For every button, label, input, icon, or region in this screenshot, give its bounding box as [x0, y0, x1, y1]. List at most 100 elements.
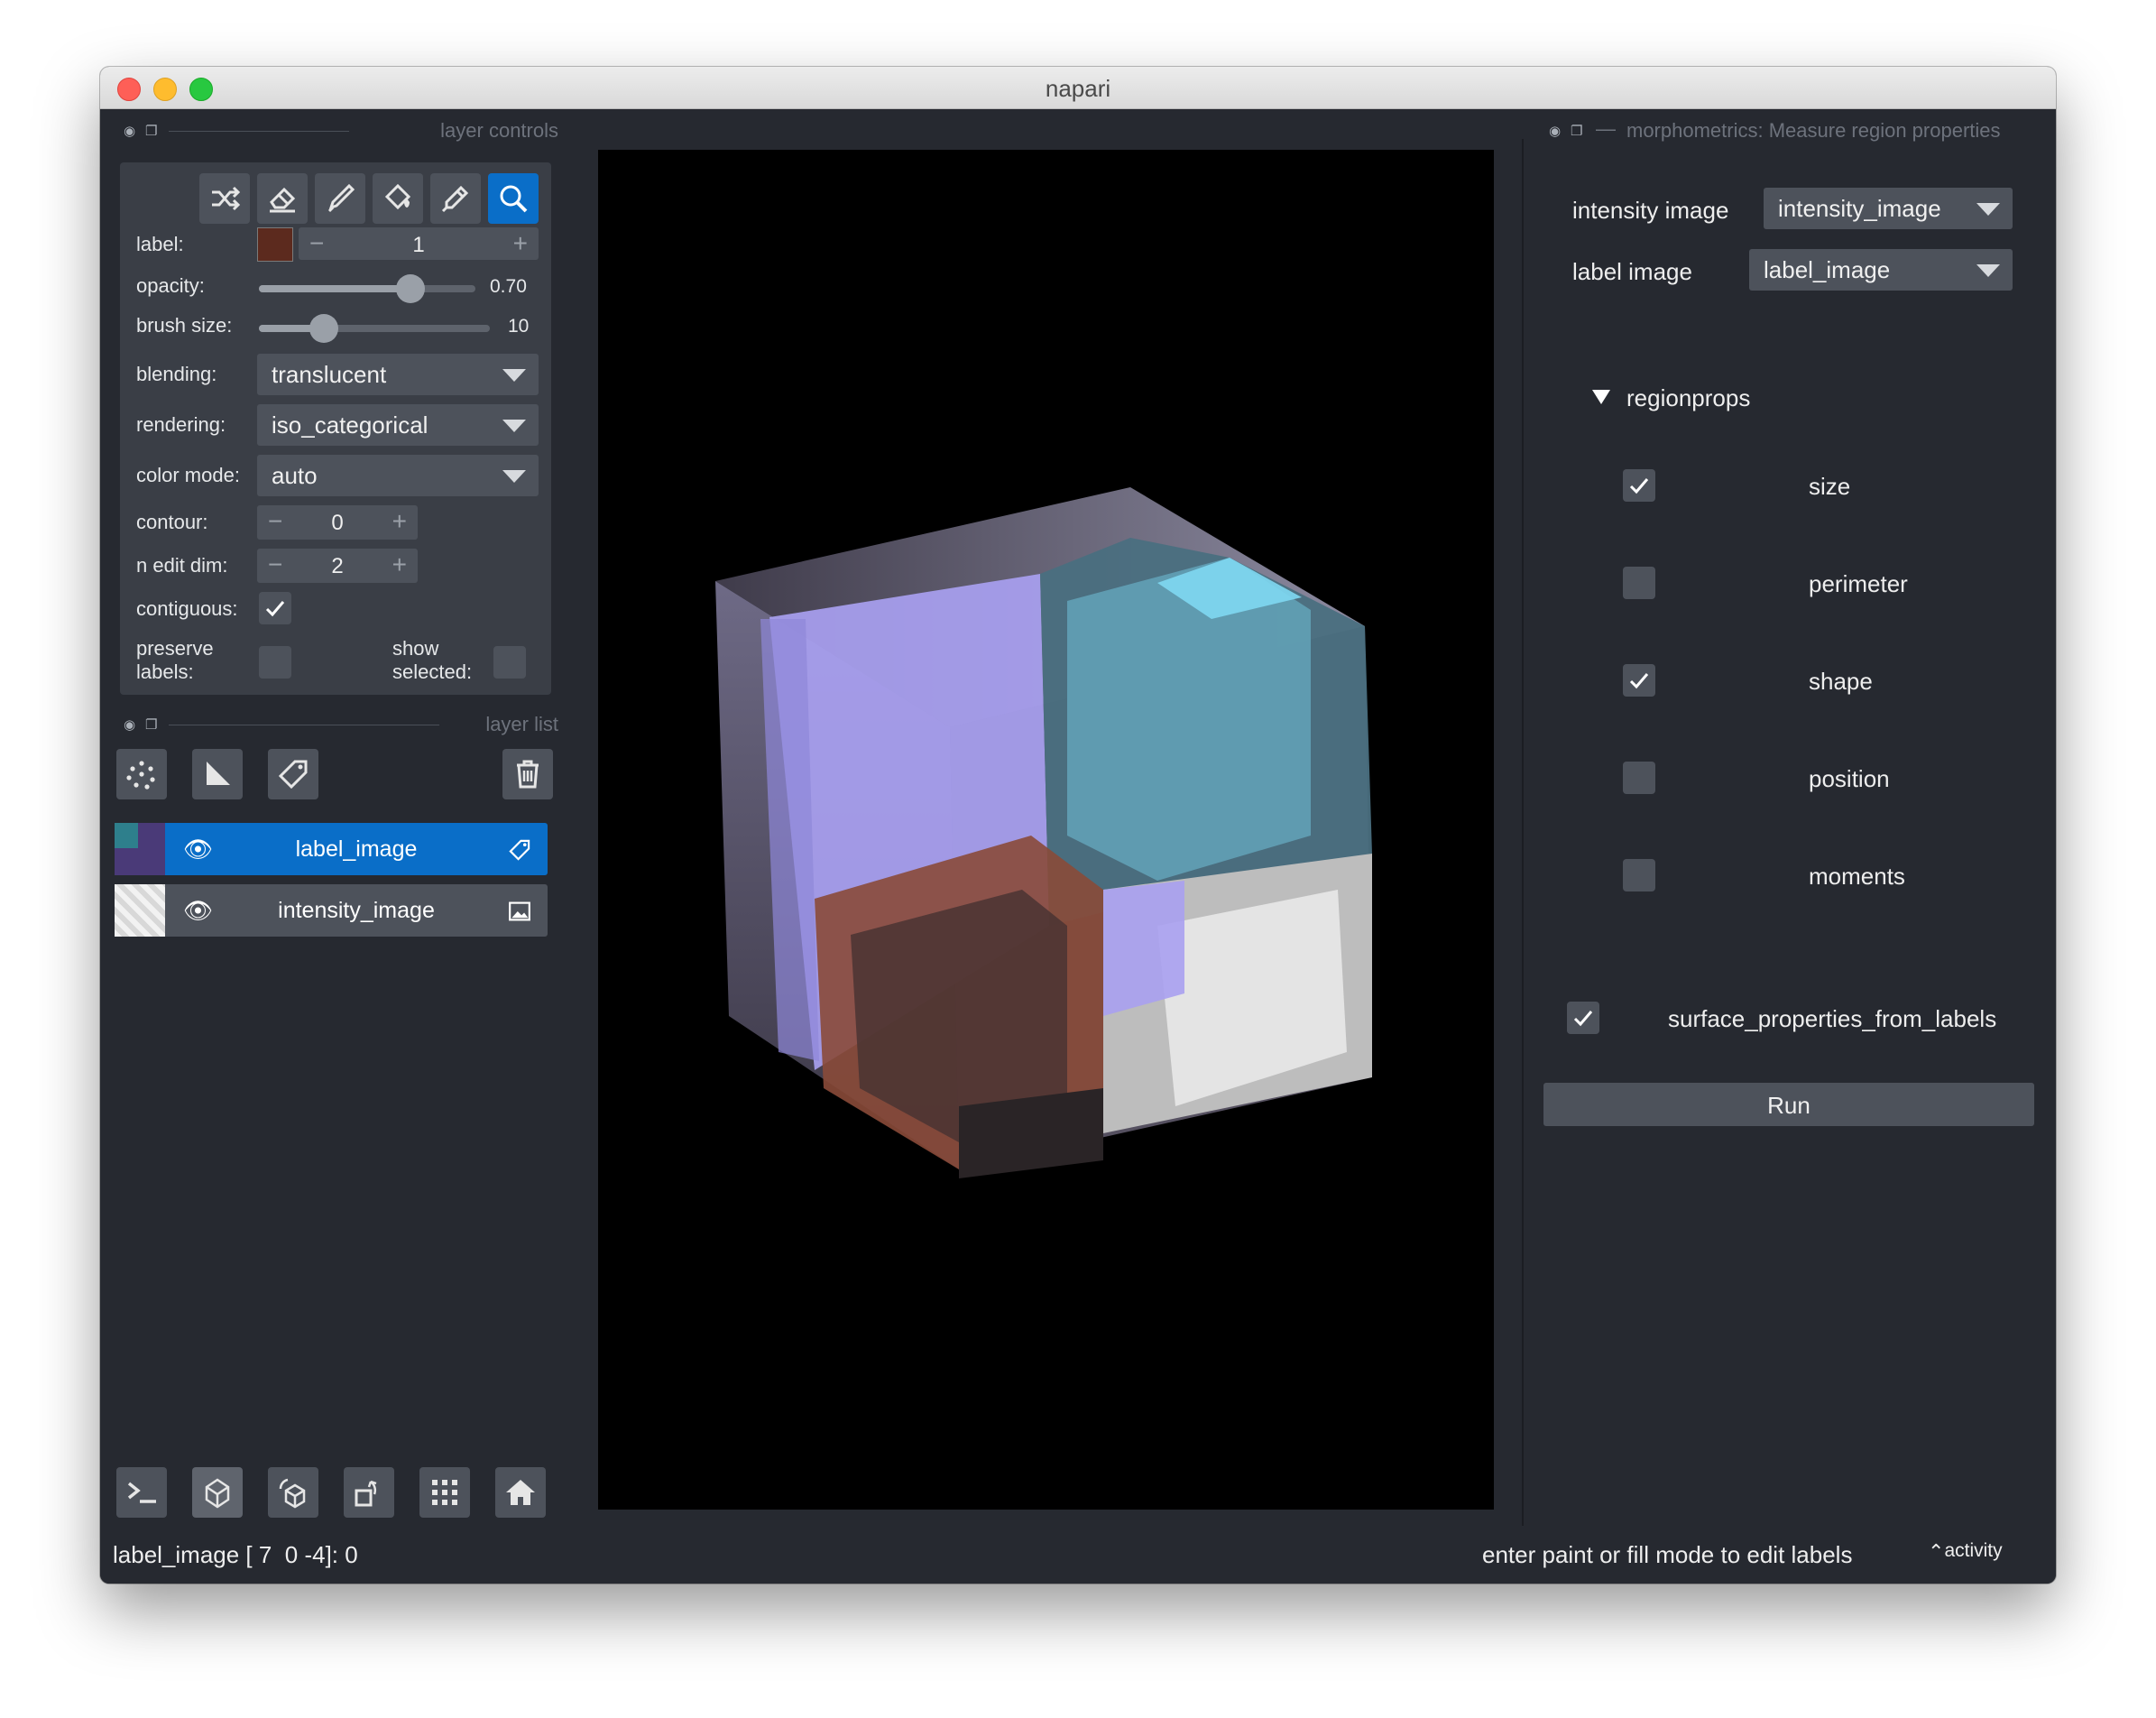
intensity-image-dropdown[interactable]: intensity_image — [1764, 188, 2013, 229]
paint-brush-icon[interactable] — [315, 173, 365, 224]
image-layer-type-icon — [509, 901, 530, 921]
layer-thumbnail — [115, 823, 165, 875]
grid-view-button[interactable] — [419, 1467, 470, 1518]
console-button[interactable] — [116, 1467, 167, 1518]
layer-name[interactable]: intensity_image — [219, 898, 493, 924]
opacity-slider-handle[interactable] — [396, 274, 425, 303]
blending-dropdown[interactable]: translucent — [257, 354, 539, 395]
surface-properties-label: surface_properties_from_labels — [1668, 1005, 1997, 1032]
transpose-dims-button[interactable] — [344, 1467, 394, 1518]
new-points-layer-button[interactable] — [116, 749, 167, 799]
show-selected-label: show selected: — [392, 637, 473, 683]
eye-icon[interactable]: 👁 — [183, 897, 213, 925]
float-panel-icon[interactable]: ❐ — [1571, 123, 1582, 139]
float-panel-icon[interactable]: ❐ — [145, 123, 157, 139]
visibility-toggle-icon[interactable]: ◉ — [1549, 123, 1561, 139]
brush-size-slider-handle[interactable] — [309, 314, 338, 343]
size-checkbox[interactable] — [1623, 469, 1655, 502]
contour-label: contour: — [136, 511, 208, 533]
eraser-icon[interactable] — [257, 173, 308, 224]
label-color-swatch[interactable] — [257, 227, 293, 262]
label-value: 1 — [412, 233, 425, 257]
surface-properties-checkbox[interactable] — [1567, 1002, 1599, 1034]
increment-icon[interactable]: + — [392, 507, 407, 536]
float-panel-icon[interactable]: ❐ — [145, 716, 157, 733]
opacity-value: 0.70 — [490, 276, 527, 297]
grid-icon — [432, 1480, 457, 1505]
contiguous-checkbox[interactable] — [259, 592, 291, 624]
shuffle-icon[interactable] — [199, 173, 250, 224]
moments-checkbox[interactable] — [1623, 859, 1655, 891]
toggle-ndisplay-button[interactable] — [192, 1467, 243, 1518]
layer-controls-panel: label: − 1 + opacity: 0.70 brush size: 1… — [120, 162, 551, 695]
blending-value: translucent — [272, 361, 387, 388]
delete-layer-button[interactable] — [502, 749, 553, 799]
regionprops-title[interactable]: regionprops — [1626, 384, 1750, 412]
size-label: size — [1809, 473, 1851, 500]
layer-controls-header: ◉ ❐ layer controls — [115, 117, 566, 144]
layer-thumbnail — [115, 884, 165, 937]
layer-list-header: ◉ ❐ layer list — [115, 711, 566, 738]
brush-size-label: brush size: — [136, 314, 233, 337]
run-button[interactable]: Run — [1543, 1083, 2034, 1126]
position-label: position — [1809, 765, 1890, 792]
label-image-label: label image — [1572, 258, 1692, 285]
layer-list-title: layer list — [485, 713, 558, 735]
moments-label: moments — [1809, 863, 1905, 890]
preserve-labels-checkbox[interactable] — [259, 646, 291, 679]
napari-window: napari ◉ ❐ layer controls label: − 1 + o… — [100, 67, 2056, 1584]
n-edit-dim-spinbox[interactable]: − 2 + — [257, 549, 418, 583]
opacity-slider[interactable] — [259, 274, 475, 303]
run-button-label: Run — [1767, 1092, 1810, 1119]
shape-checkbox[interactable] — [1623, 664, 1655, 697]
contour-spinbox[interactable]: − 0 + — [257, 505, 418, 540]
terminal-icon — [127, 1482, 156, 1503]
dock-splitter[interactable] — [1522, 139, 1524, 1584]
blending-label: blending: — [136, 363, 217, 385]
layer-row-label-image[interactable]: 👁 label_image — [115, 823, 548, 875]
rendering-label: rendering: — [136, 413, 226, 436]
color-mode-dropdown[interactable]: auto — [257, 455, 539, 496]
label-spinbox[interactable]: − 1 + — [299, 227, 539, 260]
viewer-canvas[interactable] — [598, 150, 1494, 1510]
eye-icon[interactable]: 👁 — [183, 836, 213, 864]
activity-button[interactable]: ⌃activity — [1928, 1538, 2003, 1563]
reset-view-button[interactable] — [495, 1467, 546, 1518]
label-image-dropdown[interactable]: label_image — [1749, 249, 2013, 291]
status-bar: label_image [ 7 0 -4]: 0 enter paint or … — [100, 1526, 2056, 1584]
chevron-down-icon — [1976, 203, 2000, 216]
layer-name[interactable]: label_image — [219, 836, 493, 863]
roll-dims-button[interactable] — [268, 1467, 318, 1518]
layer-controls-title: layer controls — [440, 119, 558, 142]
intensity-image-value: intensity_image — [1778, 195, 1941, 222]
morphometrics-title: morphometrics: Measure region properties — [1626, 119, 2001, 142]
intensity-image-label: intensity image — [1572, 197, 1729, 224]
title-bar: napari — [100, 67, 2056, 109]
perimeter-checkbox[interactable] — [1623, 567, 1655, 599]
increment-icon[interactable]: + — [513, 229, 528, 258]
window-title: napari — [1045, 75, 1111, 102]
visibility-toggle-icon[interactable]: ◉ — [124, 716, 135, 733]
brush-size-slider[interactable] — [259, 314, 490, 343]
fill-bucket-icon[interactable] — [373, 173, 423, 224]
new-labels-layer-button[interactable] — [268, 749, 318, 799]
status-coordinates: label_image [ 7 0 -4]: 0 — [113, 1541, 358, 1568]
color-mode-label: color mode: — [136, 464, 240, 486]
color-picker-icon[interactable] — [430, 173, 481, 224]
label-label: label: — [136, 233, 184, 255]
zoom-icon[interactable] — [488, 173, 539, 224]
visibility-toggle-icon[interactable]: ◉ — [124, 123, 135, 139]
3d-cube-icon — [205, 1478, 230, 1509]
position-checkbox[interactable] — [1623, 762, 1655, 794]
show-selected-checkbox[interactable] — [493, 646, 526, 679]
collapse-triangle-icon[interactable] — [1592, 390, 1610, 404]
label-image-value: label_image — [1764, 256, 1891, 283]
rendering-dropdown[interactable]: iso_categorical — [257, 404, 539, 446]
brush-size-value: 10 — [508, 316, 530, 337]
chevron-down-icon — [502, 470, 526, 483]
labels-layer-type-icon — [509, 839, 530, 861]
layer-row-intensity-image[interactable]: 👁 intensity_image — [115, 884, 548, 937]
increment-icon[interactable]: + — [392, 550, 407, 579]
new-shapes-layer-button[interactable] — [192, 749, 243, 799]
transpose-icon — [355, 1480, 377, 1507]
